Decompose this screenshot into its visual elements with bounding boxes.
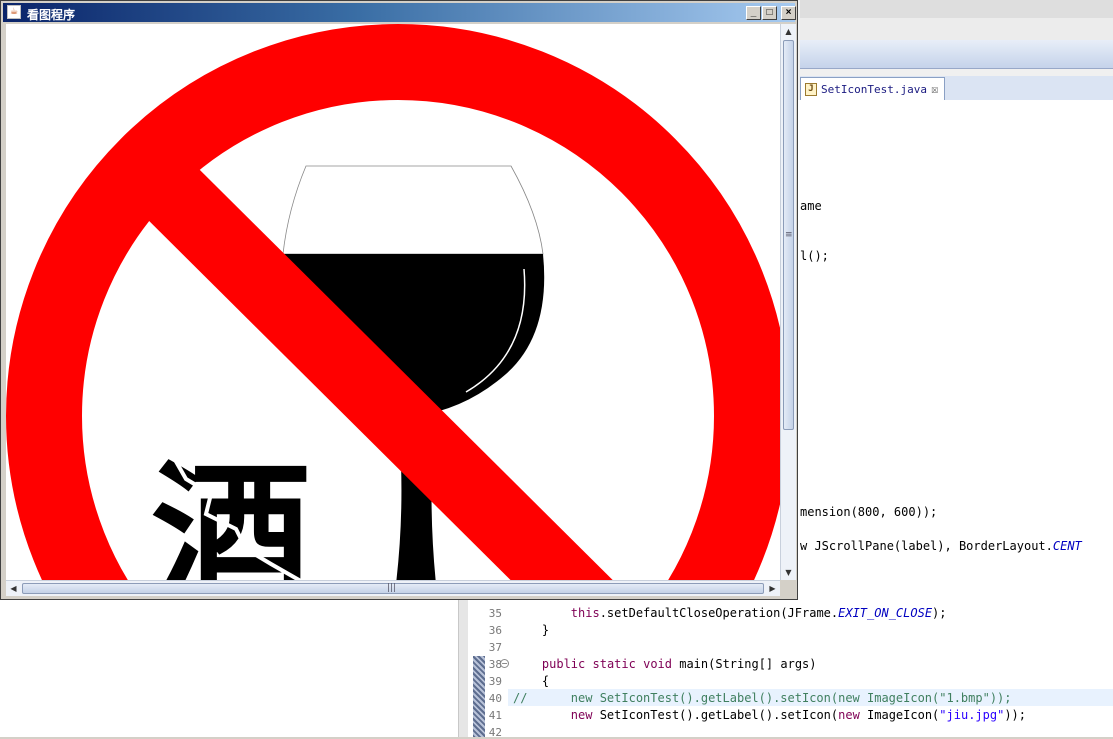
code-fragment: ame [800,199,822,213]
ide-menu-area [800,18,1113,41]
code-fragment: w JScrollPane(label), BorderLayout.CENT [800,539,1082,553]
scroll-right-icon[interactable]: ▶ [765,581,780,596]
fold-toggle-icon[interactable]: − [500,659,509,668]
maximize-button[interactable]: □ [762,6,777,20]
window-title: 看图程序 [27,8,76,22]
line-number: 39 [488,675,502,688]
ide-title-area [800,0,1113,18]
vertical-scrollbar[interactable]: ▲ ≡ ▼ [780,24,796,580]
code-line: public static void main(String[] args) [541,657,817,671]
java-coffee-icon[interactable]: ☕ [7,5,21,19]
line-number: 38 [488,658,502,671]
no-alcohol-sign-image: 酒 [6,24,780,580]
code-line-commented: // new SetIconTest().getLabel().setIcon(… [513,691,1012,705]
line-number: 40 [488,692,502,705]
scroll-up-icon[interactable]: ▲ [781,24,796,39]
editor-tab-strip: J SetIconTest.java ☒ [800,76,1113,101]
close-tab-icon[interactable]: ☒ [931,82,938,96]
horizontal-scroll-thumb[interactable]: ||| [22,583,764,594]
line-number: 42 [488,726,502,739]
scroll-left-icon[interactable]: ◀ [6,581,21,596]
code-line: this.setDefaultCloseOperation(JFrame.EXI… [570,606,947,620]
package-explorer-panel [0,600,458,737]
window-titlebar[interactable]: ☕ 看图程序 _ □ × [3,3,796,22]
ide-toolbar [800,40,1113,69]
editor-tab-seticontest[interactable]: J SetIconTest.java ☒ [800,77,946,100]
line-number: 35 [488,607,502,620]
line-number: 37 [488,641,502,654]
code-fragment: mension(800, 600)); [800,505,938,519]
sign-character: 酒 [151,445,311,580]
line-number: 36 [488,624,502,637]
code-fragment: l(); [800,249,829,263]
code-line: new SetIconTest().getLabel().setIcon(new… [570,708,1027,722]
code-line: } [513,623,550,637]
editor-tab-label: SetIconTest.java [821,82,927,96]
scroll-down-icon[interactable]: ▼ [781,565,796,580]
scrollbar-corner [780,580,796,596]
minimize-button[interactable]: _ [746,6,761,20]
image-viewer-window[interactable]: ☕ 看图程序 _ □ × 酒 ▲ ≡ ▼ ◀ ||| ▶ [0,0,798,600]
grip-icon: ≡ [785,230,793,240]
vertical-scroll-thumb[interactable]: ≡ [783,40,794,430]
code-line: { [513,674,550,688]
horizontal-scrollbar[interactable]: ◀ ||| ▶ [6,580,780,596]
image-viewport[interactable]: 酒 [6,24,780,580]
java-file-icon: J [805,82,817,96]
close-button[interactable]: × [781,6,796,20]
line-number: 41 [488,709,502,722]
grip-icon: ||| [387,583,397,593]
